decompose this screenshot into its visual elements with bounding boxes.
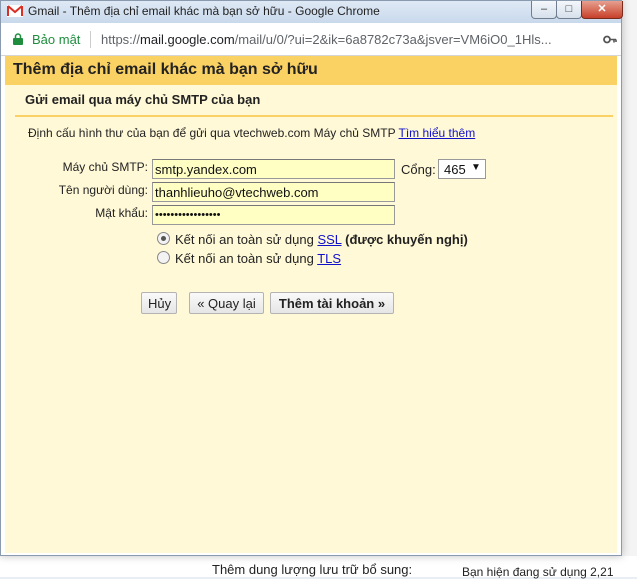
tls-prefix: Kết nối an toàn sử dụng xyxy=(175,251,314,266)
gmail-icon xyxy=(7,5,23,17)
ssl-option[interactable]: Kết nối an toàn sử dụng SSL (được khuyến… xyxy=(157,232,468,247)
username-input[interactable] xyxy=(152,182,395,202)
password-label: Mật khẩu: xyxy=(95,206,148,220)
port-label: Cổng: xyxy=(401,162,436,177)
password-input[interactable] xyxy=(152,205,395,225)
dialog-title: Thêm địa chỉ email khác mà bạn sở hữu xyxy=(13,61,318,78)
dialog-subtitle: Gửi email qua máy chủ SMTP của bạn xyxy=(25,92,261,107)
add-account-button[interactable]: Thêm tài khoản » xyxy=(270,292,394,314)
url-path: /mail/u/0/?ui=2&ik=6a8782c73a&jsver=VM6i… xyxy=(234,32,552,47)
address-separator xyxy=(90,31,91,48)
ssl-radio[interactable] xyxy=(157,232,170,245)
port-select[interactable]: 465 ▼ xyxy=(438,159,486,179)
ssl-link[interactable]: SSL xyxy=(317,232,341,247)
lock-icon xyxy=(13,33,23,45)
secure-label: Bảo mật xyxy=(32,32,81,47)
tls-link[interactable]: TLS xyxy=(317,251,341,266)
cancel-button[interactable]: Hủy xyxy=(141,292,177,314)
learn-more-link[interactable]: Tìm hiểu thêm xyxy=(399,126,476,140)
port-value: 465 xyxy=(444,162,466,177)
background-storage-text: Thêm dung lượng lưu trữ bổ sung: xyxy=(212,562,413,577)
dialog-header: Thêm địa chỉ email khác mà bạn sở hữu xyxy=(5,56,617,85)
chevron-down-icon: ▼ xyxy=(471,162,481,173)
background-page-strip xyxy=(622,0,637,577)
url-host: mail.google.com xyxy=(140,32,235,47)
minimize-button[interactable]: – xyxy=(531,1,557,19)
username-label: Tên người dùng: xyxy=(58,183,148,197)
ssl-prefix: Kết nối an toàn sử dụng xyxy=(175,232,314,247)
smtp-server-input[interactable] xyxy=(152,159,395,179)
smtp-server-label: Máy chủ SMTP: xyxy=(62,160,148,174)
ssl-recommended: (được khuyến nghị) xyxy=(345,232,468,247)
window-titlebar[interactable]: Gmail - Thêm địa chỉ email khác mà bạn s… xyxy=(1,1,623,23)
tls-radio[interactable] xyxy=(157,251,170,264)
window-title: Gmail - Thêm địa chỉ email khác mà bạn s… xyxy=(28,4,380,18)
dialog-content: Thêm địa chỉ email khác mà bạn sở hữu Gử… xyxy=(5,56,617,553)
url-text[interactable]: https://mail.google.com/mail/u/0/?ui=2&i… xyxy=(101,32,591,47)
key-icon[interactable] xyxy=(603,35,617,44)
maximize-button[interactable]: □ xyxy=(556,1,582,19)
tls-option[interactable]: Kết nối an toàn sử dụng TLS xyxy=(157,251,341,266)
back-button[interactable]: « Quay lại xyxy=(189,292,264,314)
subtitle-divider xyxy=(15,115,613,117)
popup-window: Gmail - Thêm địa chỉ email khác mà bạn s… xyxy=(0,0,623,556)
close-button[interactable]: ✕ xyxy=(581,1,623,19)
url-scheme: https:// xyxy=(101,32,141,47)
description-text: Định cấu hình thư của bạn để gửi qua vte… xyxy=(28,126,396,140)
smtp-description: Định cấu hình thư của bạn để gửi qua vte… xyxy=(28,126,475,140)
address-bar[interactable]: Bảo mật https://mail.google.com/mail/u/0… xyxy=(1,23,621,56)
